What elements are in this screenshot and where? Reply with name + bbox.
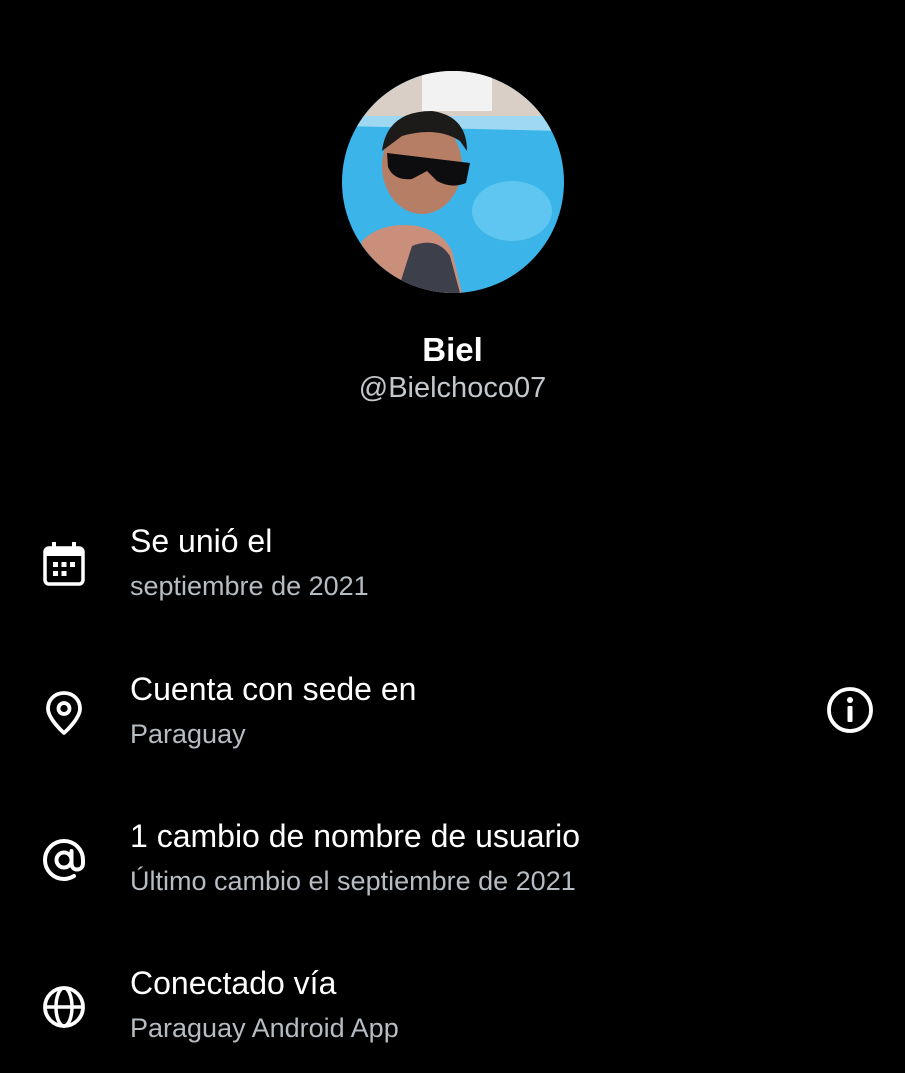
calendar-icon — [40, 541, 88, 589]
username-changes-title: 1 cambio de nombre de usuario — [130, 818, 581, 854]
location-title: Cuenta con sede en — [130, 671, 417, 707]
joined-date: septiembre de 2021 — [130, 571, 369, 601]
profile-avatar[interactable] — [342, 71, 564, 293]
username-handle: @Bielchoco07 — [358, 372, 547, 404]
location-row: Cuenta con sede en Paraguay — [0, 669, 905, 779]
avatar-photo — [342, 71, 564, 293]
username-changes-row: 1 cambio de nombre de usuario Último cam… — [0, 816, 905, 926]
connected-via-value: Paraguay Android App — [130, 1013, 399, 1043]
info-icon[interactable] — [825, 685, 875, 735]
connected-via-title: Conectado vía — [130, 965, 337, 1001]
username-changes-last: Último cambio el septiembre de 2021 — [130, 866, 576, 896]
location-value: Paraguay — [130, 719, 246, 749]
joined-row: Se unió el septiembre de 2021 — [0, 521, 905, 631]
location-pin-icon — [40, 689, 88, 737]
joined-title: Se unió el — [130, 523, 273, 559]
display-name: Biel — [422, 331, 483, 368]
connected-via-row: Conectado vía Paraguay Android App — [0, 963, 905, 1073]
at-sign-icon — [40, 836, 88, 884]
